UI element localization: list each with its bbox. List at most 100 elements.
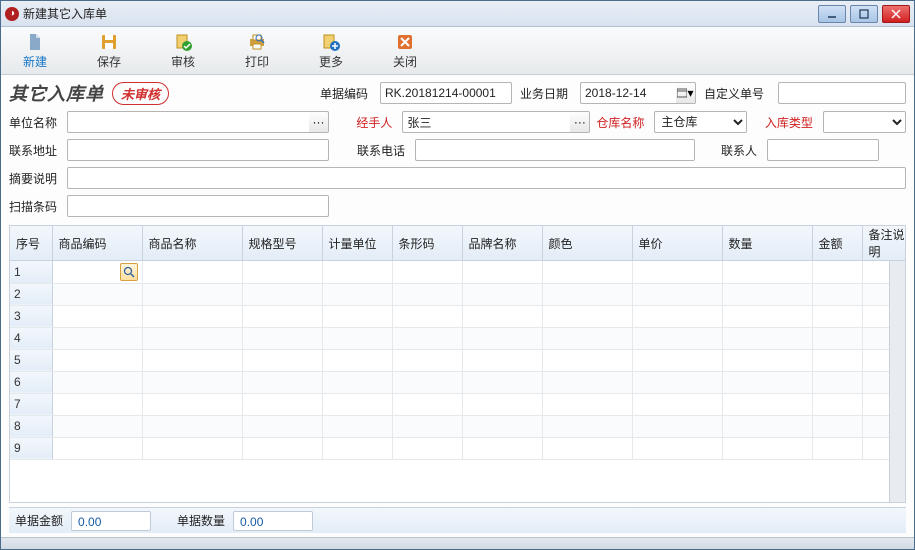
table-row[interactable]: 7 — [10, 393, 889, 415]
cell[interactable] — [542, 371, 632, 393]
vertical-scrollbar[interactable] — [889, 261, 905, 502]
maximize-button[interactable] — [850, 5, 878, 23]
cell[interactable] — [142, 437, 242, 459]
cell[interactable] — [52, 261, 142, 283]
cell[interactable] — [52, 371, 142, 393]
cell[interactable] — [812, 393, 862, 415]
in-type-select[interactable] — [823, 111, 906, 133]
cell[interactable] — [862, 349, 889, 371]
cell[interactable] — [632, 415, 722, 437]
cell[interactable] — [812, 415, 862, 437]
cell[interactable] — [142, 349, 242, 371]
col-amount[interactable]: 金额 — [812, 226, 862, 261]
cell[interactable] — [542, 305, 632, 327]
cell[interactable] — [322, 437, 392, 459]
col-product-code[interactable]: 商品编码 — [52, 226, 142, 261]
cell[interactable] — [722, 415, 812, 437]
cell[interactable] — [242, 305, 322, 327]
calendar-icon[interactable]: ▾ — [676, 82, 696, 104]
cell[interactable] — [632, 393, 722, 415]
col-remark[interactable]: 备注说明 — [862, 226, 906, 261]
cell[interactable] — [812, 371, 862, 393]
col-barcode[interactable]: 条形码 — [392, 226, 462, 261]
table-row[interactable]: 9 — [10, 437, 889, 459]
cell[interactable] — [52, 415, 142, 437]
col-product-name[interactable]: 商品名称 — [142, 226, 242, 261]
cell[interactable] — [632, 261, 722, 283]
table-row[interactable]: 3 — [10, 305, 889, 327]
col-qty[interactable]: 数量 — [722, 226, 812, 261]
cell[interactable] — [142, 261, 242, 283]
cell[interactable] — [722, 349, 812, 371]
cell[interactable] — [542, 261, 632, 283]
contact-field[interactable] — [767, 139, 879, 161]
cell[interactable] — [862, 437, 889, 459]
cell[interactable] — [862, 305, 889, 327]
save-button[interactable]: 保存 — [81, 30, 137, 72]
cell[interactable] — [52, 349, 142, 371]
cell[interactable] — [322, 327, 392, 349]
phone-field[interactable] — [415, 139, 695, 161]
cell[interactable] — [862, 283, 889, 305]
cell[interactable] — [242, 349, 322, 371]
cell[interactable] — [862, 393, 889, 415]
cell[interactable] — [322, 349, 392, 371]
handler-picker[interactable]: ··· — [402, 111, 590, 133]
cell[interactable] — [862, 371, 889, 393]
cell[interactable] — [392, 349, 462, 371]
cell[interactable] — [392, 415, 462, 437]
cell[interactable] — [142, 305, 242, 327]
cell[interactable] — [722, 393, 812, 415]
table-row[interactable]: 2 — [10, 283, 889, 305]
cell[interactable] — [632, 283, 722, 305]
cell[interactable] — [242, 283, 322, 305]
cell[interactable] — [722, 261, 812, 283]
cell[interactable] — [52, 305, 142, 327]
cell[interactable] — [812, 261, 862, 283]
cell[interactable] — [392, 437, 462, 459]
cell[interactable] — [632, 437, 722, 459]
table-row[interactable]: 6 — [10, 371, 889, 393]
barcode-field[interactable] — [67, 195, 329, 217]
cell[interactable] — [462, 349, 542, 371]
cell[interactable] — [632, 349, 722, 371]
cell[interactable] — [242, 261, 322, 283]
cell[interactable] — [322, 415, 392, 437]
col-unit[interactable]: 计量单位 — [322, 226, 392, 261]
cell[interactable] — [322, 261, 392, 283]
biz-date-field[interactable] — [580, 82, 676, 104]
cell[interactable] — [142, 327, 242, 349]
table-row[interactable]: 8 — [10, 415, 889, 437]
cell[interactable] — [462, 415, 542, 437]
cell[interactable] — [812, 305, 862, 327]
cell[interactable] — [862, 415, 889, 437]
cell[interactable] — [52, 327, 142, 349]
cell[interactable] — [242, 327, 322, 349]
cell[interactable] — [542, 437, 632, 459]
cell[interactable] — [462, 283, 542, 305]
cell[interactable] — [322, 393, 392, 415]
col-rownum[interactable]: 序号 — [10, 226, 52, 261]
cell[interactable] — [542, 415, 632, 437]
cell[interactable] — [812, 349, 862, 371]
col-price[interactable]: 单价 — [632, 226, 722, 261]
cell[interactable] — [812, 327, 862, 349]
custom-no-field[interactable] — [778, 82, 906, 104]
cell[interactable] — [632, 305, 722, 327]
cell[interactable] — [142, 283, 242, 305]
unit-name-field[interactable] — [67, 111, 309, 133]
cell[interactable] — [722, 371, 812, 393]
new-button[interactable]: 新建 — [7, 30, 63, 72]
more-button[interactable]: 更多 — [303, 30, 359, 72]
cell[interactable] — [392, 261, 462, 283]
ellipsis-icon[interactable]: ··· — [309, 111, 329, 133]
cell[interactable] — [142, 371, 242, 393]
ellipsis-icon[interactable]: ··· — [570, 111, 590, 133]
cell[interactable] — [462, 261, 542, 283]
cell[interactable] — [242, 415, 322, 437]
cell[interactable] — [242, 371, 322, 393]
addr-field[interactable] — [67, 139, 329, 161]
audit-button[interactable]: 审核 — [155, 30, 211, 72]
cell[interactable] — [542, 327, 632, 349]
cell[interactable] — [142, 415, 242, 437]
